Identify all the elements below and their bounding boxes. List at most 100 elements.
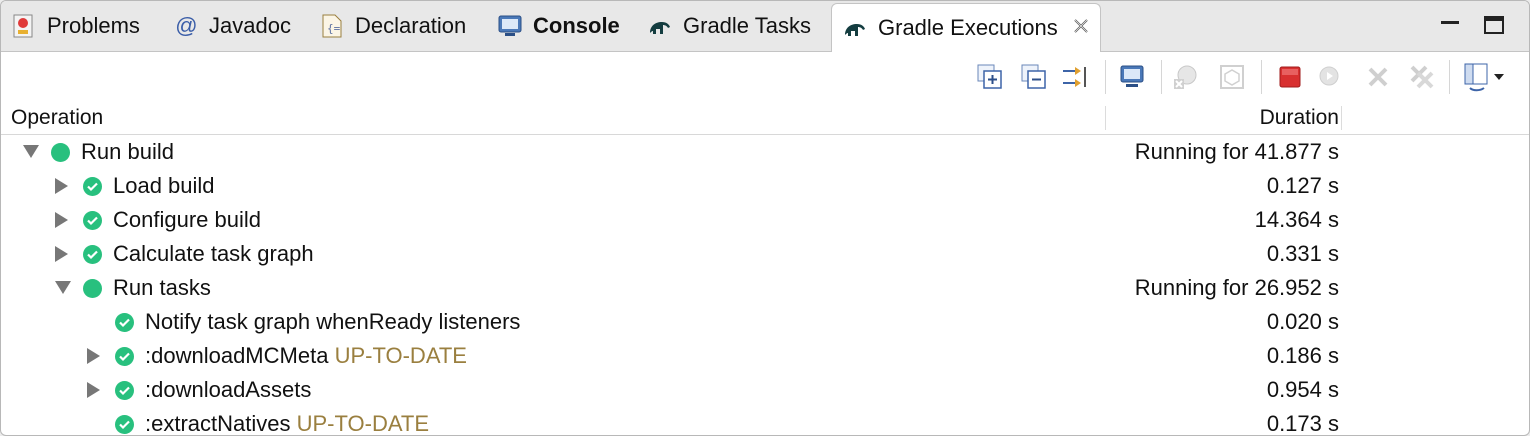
operation-name: Notify task graph whenReady listeners <box>145 309 521 334</box>
toolbar-separator <box>1261 60 1262 94</box>
success-check-icon <box>115 313 134 332</box>
remove-all-executions-icon[interactable] <box>1407 62 1437 92</box>
gradle-elephant-icon <box>647 13 673 39</box>
tab-javadoc[interactable]: @ Javadoc <box>173 1 291 51</box>
tab-label: Declaration <box>355 13 467 38</box>
column-header-duration[interactable]: Duration <box>1260 106 1339 130</box>
tree-row[interactable]: Configure build 14.364 s <box>1 203 1529 237</box>
operation-label: Calculate task graph <box>113 241 314 267</box>
problems-icon <box>11 13 37 39</box>
operation-name: Configure build <box>113 207 261 232</box>
tab-label: Javadoc <box>209 13 291 38</box>
toolbar-separator <box>1449 60 1450 94</box>
view-toolbar <box>1 52 1529 100</box>
show-console-button[interactable] <box>1117 62 1147 92</box>
tree-column-header: Operation Duration <box>1 101 1529 135</box>
collapse-arrow-icon[interactable] <box>55 281 71 294</box>
tab-label: Gradle Executions <box>878 15 1058 40</box>
tree-row[interactable]: :extractNatives UP-TO-DATE 0.173 s <box>1 407 1529 436</box>
operation-label: Run tasks <box>113 275 211 301</box>
tab-gradle-executions[interactable]: Gradle Executions <box>831 3 1101 53</box>
remove-execution-icon[interactable] <box>1363 62 1393 92</box>
gradle-executions-view: Problems @ Javadoc {= Declaration Consol… <box>0 0 1530 436</box>
rerun-icon[interactable] <box>1315 62 1345 92</box>
operation-name: Load build <box>113 173 215 198</box>
operation-name: Calculate task graph <box>113 241 314 266</box>
column-divider[interactable] <box>1341 106 1342 130</box>
tab-label: Problems <box>47 13 140 38</box>
tab-console[interactable]: Console <box>497 1 620 51</box>
operation-name: :downloadAssets <box>145 377 312 402</box>
rerun-failed-tests-icon[interactable] <box>1171 62 1201 92</box>
column-header-operation[interactable]: Operation <box>11 106 103 130</box>
tab-problems[interactable]: Problems <box>11 1 140 51</box>
view-tab-bar: Problems @ Javadoc {= Declaration Consol… <box>1 1 1529 53</box>
duration-value: 0.331 s <box>1266 241 1339 266</box>
collapse-all-button[interactable] <box>1019 62 1049 92</box>
success-check-icon <box>115 381 134 400</box>
toolbar-separator <box>1161 60 1162 94</box>
operation-label: :downloadAssets <box>145 377 311 403</box>
rerun-build-icon[interactable] <box>1217 62 1247 92</box>
operation-name: :extractNatives <box>145 411 291 436</box>
operation-label: :downloadMCMeta UP-TO-DATE <box>145 343 467 369</box>
expand-arrow-icon[interactable] <box>55 212 68 228</box>
tab-label: Gradle Tasks <box>683 13 811 38</box>
tree-row[interactable]: :downloadAssets 0.954 s <box>1 373 1529 407</box>
execution-tree: Run build Running for 41.877 s Load build… <box>1 135 1529 436</box>
operation-label: Configure build <box>113 207 261 233</box>
duration-value: Running for 26.952 s <box>1134 275 1339 300</box>
tree-row[interactable]: Notify task graph whenReady listeners 0.0… <box>1 305 1529 339</box>
gradle-elephant-icon <box>842 15 868 41</box>
success-check-icon <box>115 347 134 366</box>
duration-value: Running for 41.877 s <box>1134 139 1339 164</box>
svg-text:{=: {= <box>327 22 341 35</box>
success-check-icon <box>83 177 102 196</box>
running-status-icon <box>51 143 70 162</box>
link-with-selection-icon[interactable] <box>1061 62 1091 92</box>
duration-value: 14.364 s <box>1254 207 1339 232</box>
success-check-icon <box>83 245 102 264</box>
close-icon[interactable] <box>1072 15 1090 41</box>
expand-arrow-icon[interactable] <box>87 348 100 364</box>
success-check-icon <box>83 211 102 230</box>
console-icon <box>497 13 523 39</box>
column-divider[interactable] <box>1105 106 1106 130</box>
stop-icon[interactable] <box>1275 62 1305 92</box>
maximize-button[interactable] <box>1483 15 1505 35</box>
duration-value: 0.186 s <box>1266 343 1339 368</box>
success-check-icon <box>115 415 134 434</box>
duration-value: 0.954 s <box>1266 377 1339 402</box>
operation-label: :extractNatives UP-TO-DATE <box>145 411 430 436</box>
operation-label: Load build <box>113 173 215 199</box>
tab-declaration[interactable]: {= Declaration <box>319 1 466 51</box>
tree-row[interactable]: :downloadMCMeta UP-TO-DATE 0.186 s <box>1 339 1529 373</box>
operation-name: Run build <box>81 139 174 164</box>
switch-execution-dropdown[interactable] <box>1461 62 1511 92</box>
collapse-arrow-icon[interactable] <box>23 145 39 158</box>
tree-row[interactable]: Run build Running for 41.877 s <box>1 135 1529 169</box>
duration-value: 0.020 s <box>1266 309 1339 334</box>
duration-value: 0.127 s <box>1266 173 1339 198</box>
tree-row[interactable]: Load build 0.127 s <box>1 169 1529 203</box>
toolbar-separator <box>1105 60 1106 94</box>
running-status-icon <box>83 279 102 298</box>
minimize-button[interactable] <box>1439 15 1461 35</box>
tree-row[interactable]: Calculate task graph 0.331 s <box>1 237 1529 271</box>
duration-value: 0.173 s <box>1266 411 1339 436</box>
tab-label: Console <box>533 13 620 38</box>
tab-gradle-tasks[interactable]: Gradle Tasks <box>647 1 811 51</box>
expand-arrow-icon[interactable] <box>55 246 68 262</box>
declaration-icon: {= <box>319 13 345 39</box>
operation-name: :downloadMCMeta <box>145 343 329 368</box>
javadoc-icon: @ <box>174 13 198 38</box>
tree-row[interactable]: Run tasks Running for 26.952 s <box>1 271 1529 305</box>
operation-name: Run tasks <box>113 275 211 300</box>
operation-label: Run build <box>81 139 174 165</box>
up-to-date-tag: UP-TO-DATE <box>334 343 467 368</box>
expand-arrow-icon[interactable] <box>55 178 68 194</box>
operation-label: Notify task graph whenReady listeners <box>145 309 520 335</box>
expand-all-button[interactable] <box>975 62 1005 92</box>
expand-arrow-icon[interactable] <box>87 382 100 398</box>
up-to-date-tag: UP-TO-DATE <box>296 411 430 436</box>
